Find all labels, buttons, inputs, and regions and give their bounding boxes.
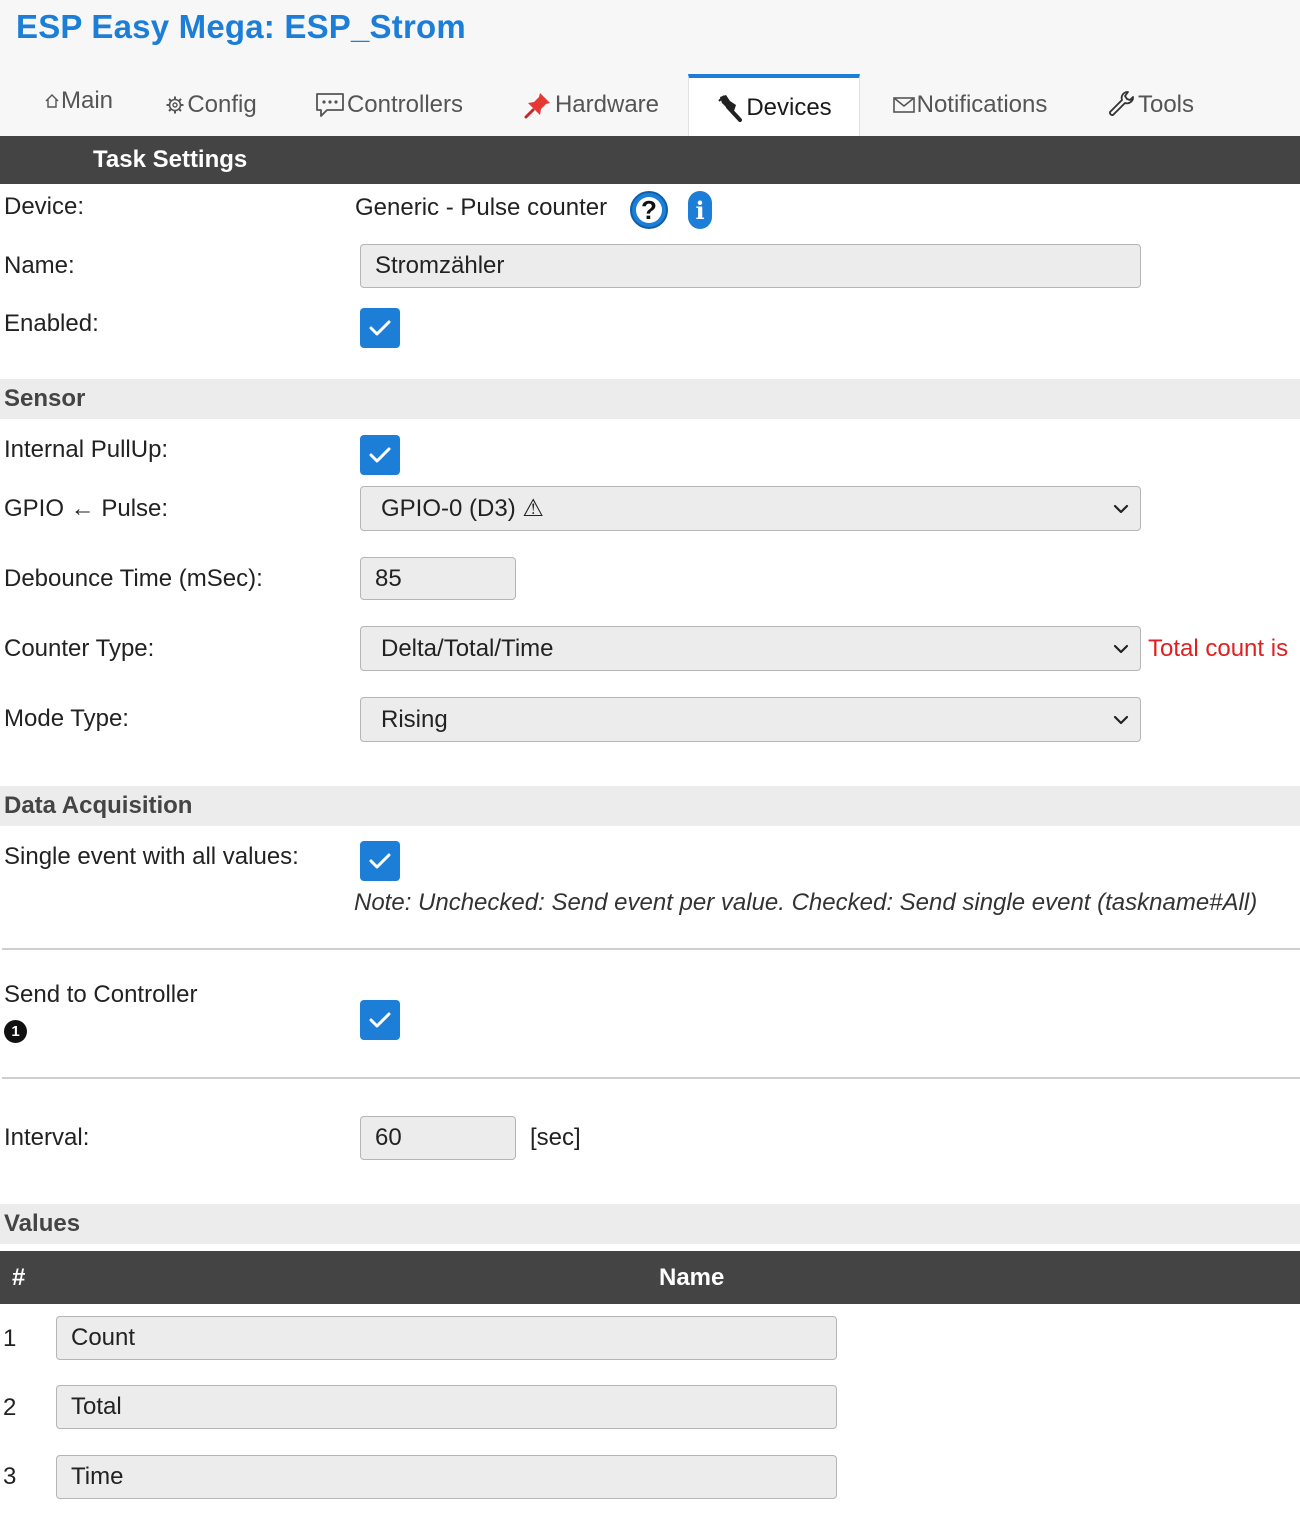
envelope-icon bbox=[892, 97, 915, 113]
task-settings-header: Task Settings bbox=[0, 136, 1300, 184]
values-title: Values bbox=[4, 1210, 81, 1237]
chevron-down-icon bbox=[1113, 644, 1129, 653]
debounce-input[interactable]: 85 bbox=[360, 557, 516, 600]
interval-unit: [sec] bbox=[530, 1124, 581, 1151]
tab-notifications[interactable]: Notifications bbox=[880, 74, 1060, 136]
counter-type-label: Counter Type: bbox=[4, 635, 155, 662]
value-name-input[interactable]: Total bbox=[56, 1385, 837, 1429]
check-icon bbox=[369, 320, 391, 336]
mode-type-label: Mode Type: bbox=[4, 705, 129, 732]
single-event-checkbox[interactable] bbox=[360, 841, 400, 881]
check-icon bbox=[369, 447, 391, 463]
tab-controllers[interactable]: Controllers bbox=[300, 74, 478, 136]
data-acquisition-title: Data Acquisition bbox=[4, 792, 193, 819]
interval-input-value: 60 bbox=[375, 1124, 402, 1151]
gpio-label: GPIO ← Pulse: bbox=[4, 495, 169, 522]
tab-tools[interactable]: Tools bbox=[1094, 74, 1206, 136]
mode-type-select-value: Rising bbox=[381, 705, 448, 733]
device-label: Device: bbox=[4, 193, 85, 220]
tab-config[interactable]: Config bbox=[150, 74, 272, 136]
debounce-label: Debounce Time (mSec): bbox=[4, 565, 263, 592]
row-number: 1 bbox=[3, 1325, 17, 1352]
chat-icon bbox=[315, 92, 345, 118]
chevron-down-icon bbox=[1113, 504, 1129, 513]
gpio-select-value: GPIO-0 (D3) ⚠ bbox=[381, 495, 544, 522]
header: ESP Easy Mega: ESP_Strom Main Config Con… bbox=[0, 0, 1300, 137]
value-name-text: Count bbox=[71, 1324, 136, 1351]
tab-label: Config bbox=[187, 91, 257, 118]
single-event-note: Note: Unchecked: Send event per value. C… bbox=[354, 889, 1258, 916]
send-controller-checkbox[interactable] bbox=[360, 1000, 400, 1040]
interval-input[interactable]: 60 bbox=[360, 1116, 516, 1160]
controller-badge-text: 1 bbox=[11, 1023, 20, 1040]
task-settings-title: Task Settings bbox=[93, 146, 248, 173]
row-number: 3 bbox=[3, 1463, 17, 1490]
plug-icon bbox=[716, 93, 744, 123]
check-icon bbox=[369, 853, 391, 869]
controller-number-badge: 1 bbox=[4, 1020, 27, 1043]
counter-warning: Total count is bbox=[1148, 635, 1289, 662]
chevron-down-icon bbox=[1113, 715, 1129, 724]
tab-label: Notifications bbox=[916, 91, 1048, 118]
pushpin-icon bbox=[523, 90, 553, 120]
data-acquisition-section: Data Acquisition bbox=[0, 786, 1300, 826]
value-name-input[interactable]: Time bbox=[56, 1455, 837, 1499]
debounce-input-value: 85 bbox=[375, 564, 402, 592]
pullup-checkbox[interactable] bbox=[360, 435, 400, 475]
device-value: Generic - Pulse counter bbox=[355, 194, 608, 221]
sensor-title: Sensor bbox=[4, 385, 86, 412]
name-input-value: Stromzähler bbox=[375, 252, 505, 279]
value-name-text: Total bbox=[71, 1393, 122, 1420]
gear-icon bbox=[165, 95, 185, 115]
pullup-label: Internal PullUp: bbox=[4, 436, 169, 463]
send-controller-label: Send to Controller bbox=[4, 981, 198, 1008]
home-icon bbox=[45, 93, 59, 109]
column-header-name: Name bbox=[659, 1264, 725, 1291]
info-icon[interactable]: i bbox=[688, 191, 712, 229]
help-icon[interactable]: ? bbox=[630, 191, 668, 229]
values-table-header: # Name bbox=[0, 1251, 1300, 1304]
value-name-input[interactable]: Count bbox=[56, 1316, 837, 1360]
interval-label: Interval: bbox=[4, 1124, 90, 1151]
name-input[interactable]: Stromzähler bbox=[360, 244, 1141, 288]
divider bbox=[2, 1077, 1300, 1079]
app-title: ESP Easy Mega: ESP_Strom bbox=[16, 8, 466, 45]
gpio-select[interactable]: GPIO-0 (D3) ⚠ bbox=[360, 486, 1141, 531]
divider bbox=[2, 948, 1300, 950]
tab-label: Main bbox=[60, 87, 114, 114]
wrench-icon bbox=[1106, 90, 1136, 120]
values-section: Values bbox=[0, 1204, 1300, 1244]
mode-type-select[interactable]: Rising bbox=[360, 697, 1141, 742]
tab-main[interactable]: Main bbox=[24, 70, 134, 132]
value-name-text: Time bbox=[71, 1463, 124, 1490]
row-number: 2 bbox=[3, 1394, 17, 1421]
column-header-number: # bbox=[12, 1264, 26, 1291]
tab-hardware[interactable]: Hardware bbox=[506, 74, 676, 136]
name-label: Name: bbox=[4, 252, 75, 279]
enabled-checkbox[interactable] bbox=[360, 308, 400, 348]
tab-label: Controllers bbox=[346, 91, 464, 118]
check-icon bbox=[369, 1012, 391, 1028]
tab-devices[interactable]: Devices bbox=[688, 74, 860, 137]
tab-label: Hardware bbox=[554, 91, 660, 118]
counter-type-select[interactable]: Delta/Total/Time bbox=[360, 626, 1141, 671]
single-event-label: Single event with all values: bbox=[4, 843, 299, 870]
tab-label: Tools bbox=[1137, 91, 1195, 118]
enabled-label: Enabled: bbox=[4, 310, 99, 337]
counter-type-select-value: Delta/Total/Time bbox=[381, 634, 554, 662]
tab-label: Devices bbox=[746, 93, 832, 121]
info-icon-glyph: i bbox=[695, 195, 705, 225]
help-icon-glyph: ? bbox=[636, 195, 662, 225]
sensor-section: Sensor bbox=[0, 379, 1300, 419]
